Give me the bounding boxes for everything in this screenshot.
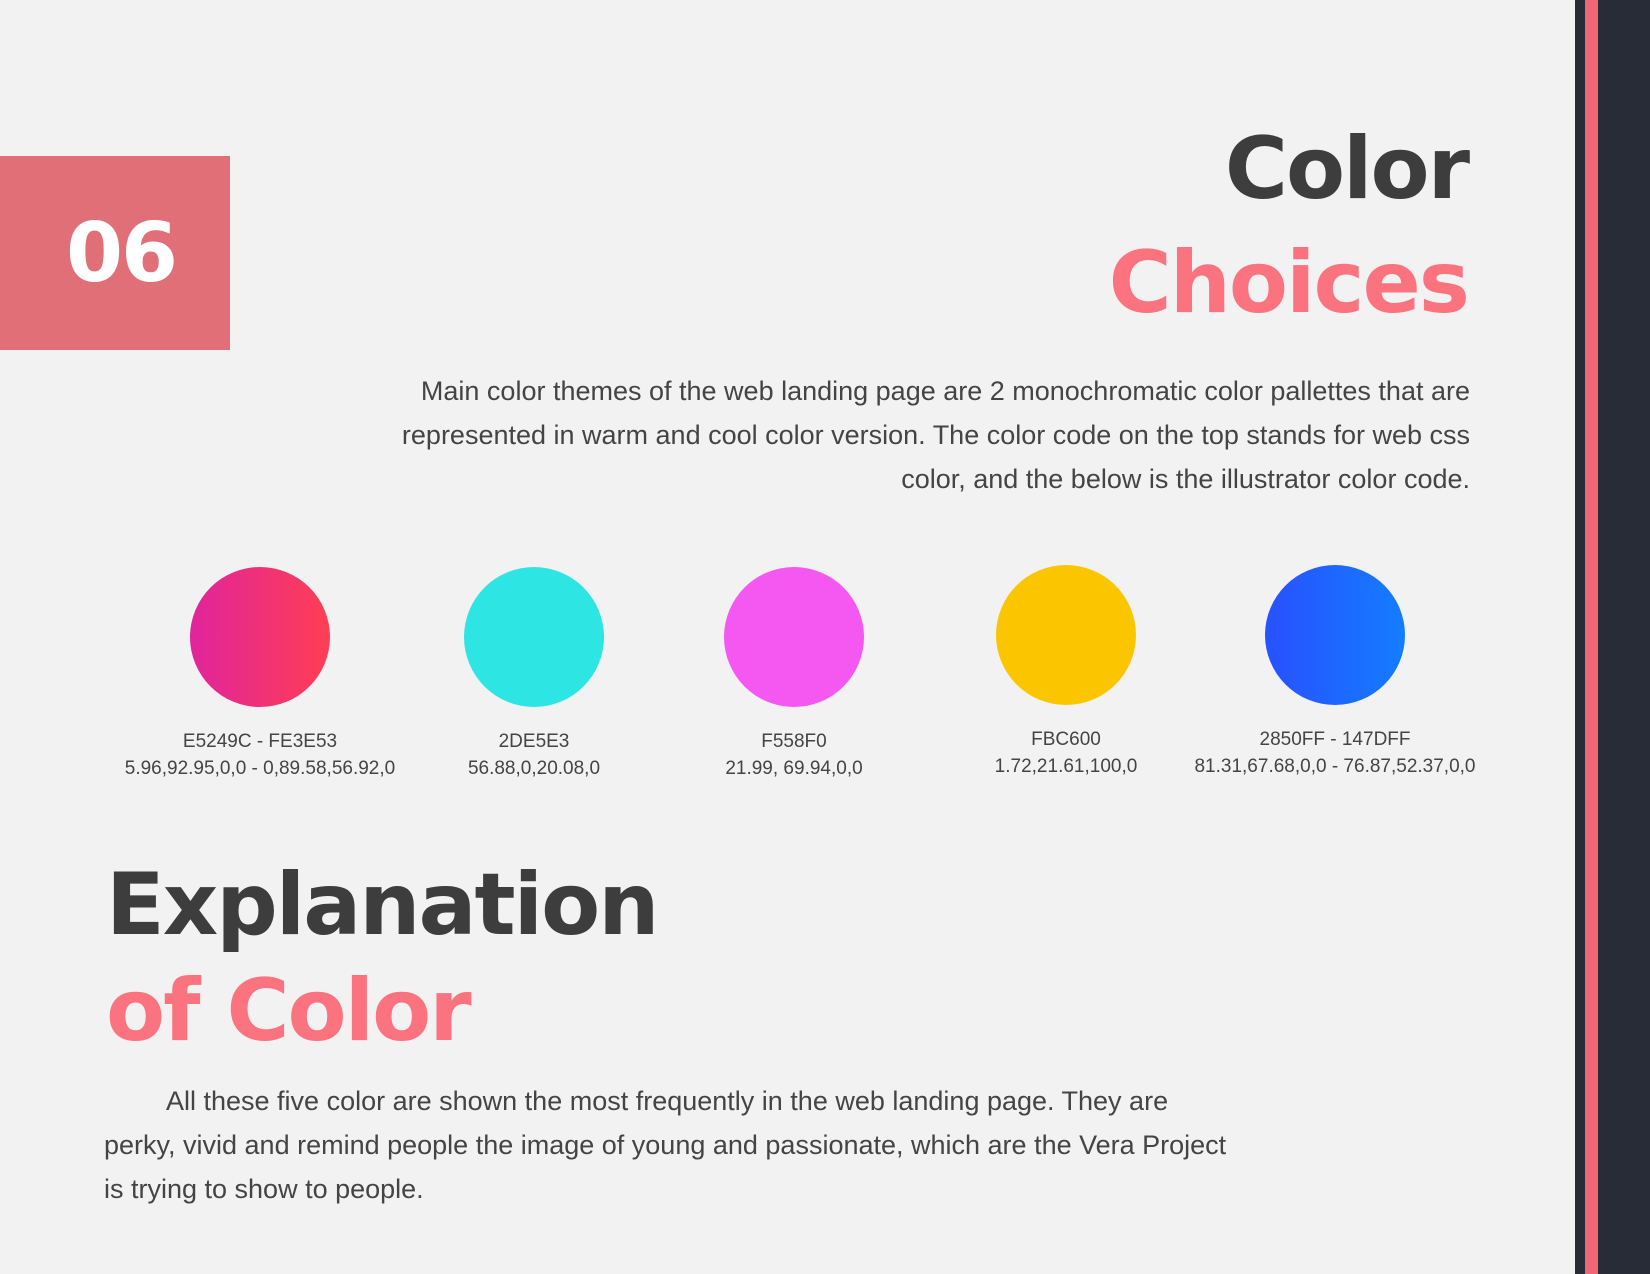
swatch-circle — [1265, 565, 1405, 705]
swatch-circle — [464, 567, 604, 707]
color-swatch: E5249C - FE3E53 5.96,92.95,0,0 - 0,89.58… — [100, 567, 420, 783]
sidebar-pink-stripe — [1585, 0, 1598, 1274]
title-of-color: of Color — [106, 961, 472, 1061]
swatch-hex-code: E5249C - FE3E53 — [182, 731, 338, 752]
color-swatch-row: E5249C - FE3E53 5.96,92.95,0,0 - 0,89.58… — [0, 565, 1560, 785]
title-explanation: Explanation — [106, 855, 659, 955]
title-choices: Choices — [1108, 233, 1470, 333]
intro-paragraph: Main color themes of the web landing pag… — [401, 376, 1470, 494]
swatch-cmyk-code: 5.96,92.95,0,0 - 0,89.58,56.92,0 — [124, 758, 396, 779]
page-number: 06 — [65, 205, 178, 301]
swatch-hex-code: 2850FF - 147DFF — [1259, 729, 1411, 750]
swatch-circle — [996, 565, 1136, 705]
swatch-cmyk-code: 81.31,67.68,0,0 - 76.87,52.37,0,0 — [1194, 756, 1476, 777]
title-color: Color — [1224, 119, 1470, 219]
swatch-circle — [190, 567, 330, 707]
page-number-badge: 06 — [0, 156, 230, 350]
explanation-paragraph: All these five color are shown the most … — [104, 1086, 1227, 1204]
swatch-circle — [724, 567, 864, 707]
color-swatch: 2850FF - 147DFF 81.31,67.68,0,0 - 76.87,… — [1175, 565, 1495, 781]
